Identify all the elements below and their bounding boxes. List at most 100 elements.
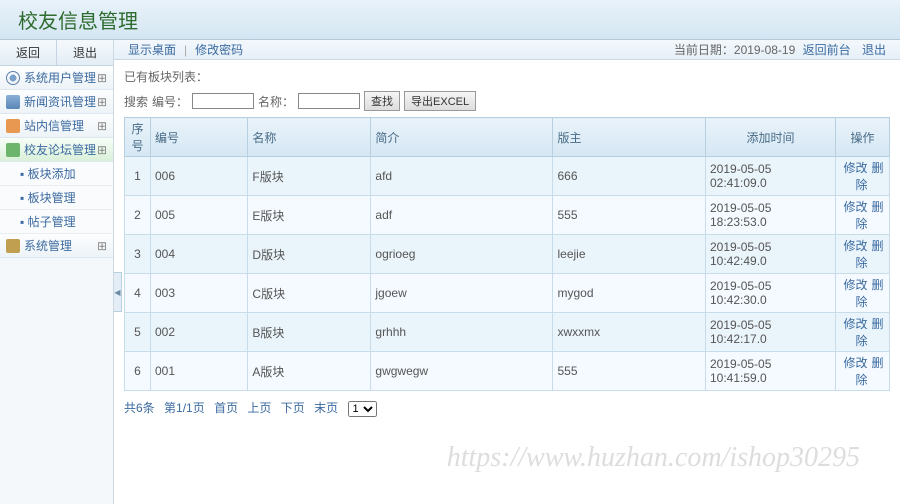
- cell-actions: 修改删除: [836, 313, 890, 352]
- cell-idx: 2: [125, 196, 151, 235]
- search-label: 搜索: [124, 93, 148, 110]
- data-table: 序号编号名称简介版主添加时间操作 1006F版块afd6662019-05-05…: [124, 117, 890, 391]
- expand-icon: ⊞: [97, 95, 107, 109]
- cell-owner: mygod: [553, 274, 706, 313]
- nav-item-2[interactable]: 站内信管理 ⊞: [0, 114, 113, 138]
- edit-link[interactable]: 修改: [843, 356, 867, 370]
- edit-link[interactable]: 修改: [843, 161, 867, 175]
- export-excel-button[interactable]: 导出EXCEL: [404, 91, 476, 111]
- expand-icon: ⊞: [97, 143, 107, 157]
- cell-time: 2019-05-05 10:42:17.0: [706, 313, 836, 352]
- cell-time: 2019-05-05 02:41:09.0: [706, 157, 836, 196]
- table-row: 2005E版块adf5552019-05-05 18:23:53.0修改删除: [125, 196, 890, 235]
- cell-idx: 6: [125, 352, 151, 391]
- pager: 共6条 第1/1页 首页 上页 下页 末页 1: [124, 399, 890, 417]
- nav-item-1[interactable]: 新闻资讯管理⊞: [0, 90, 113, 114]
- main-area: ◀ 显示桌面 | 修改密码 当前日期：2019-08-19 返回前台 退出 已有…: [114, 40, 900, 504]
- pager-next[interactable]: 下页: [281, 401, 305, 415]
- back-button[interactable]: 返回: [0, 40, 57, 65]
- icon-cfg-icon: [6, 239, 20, 253]
- cell-no: 005: [151, 196, 248, 235]
- expand-icon: ⊞: [97, 119, 107, 133]
- col-header: 编号: [151, 118, 248, 157]
- logout-link[interactable]: 退出: [862, 43, 886, 57]
- pager-select[interactable]: 1: [348, 401, 377, 417]
- col-header: 操作: [836, 118, 890, 157]
- icon-news-icon: [6, 95, 20, 109]
- field-name-label: 名称：: [258, 93, 294, 110]
- nav-label: 系统管理: [24, 237, 72, 254]
- edit-link[interactable]: 修改: [843, 278, 867, 292]
- cell-actions: 修改删除: [836, 235, 890, 274]
- cell-name: D版块: [248, 235, 371, 274]
- table-row: 1006F版块afd6662019-05-05 02:41:09.0修改删除: [125, 157, 890, 196]
- list-title: 已有板块列表：: [124, 68, 890, 85]
- edit-link[interactable]: 修改: [843, 200, 867, 214]
- sidebar-collapse-handle[interactable]: ◀: [114, 272, 122, 312]
- nav-item-4[interactable]: 系统管理 ⊞: [0, 234, 113, 258]
- nav-label: 新闻资讯管理: [24, 93, 96, 110]
- search-bar: 搜索 编号： 名称： 查找 导出EXCEL: [124, 91, 890, 111]
- col-header: 添加时间: [706, 118, 836, 157]
- search-no-input[interactable]: [192, 93, 254, 109]
- cell-desc: afd: [371, 157, 553, 196]
- col-header: 版主: [553, 118, 706, 157]
- back-frontend-link[interactable]: 返回前台: [803, 43, 851, 57]
- pager-first[interactable]: 首页: [214, 401, 238, 415]
- breadcrumb-home[interactable]: 显示桌面: [128, 41, 176, 58]
- cell-name: E版块: [248, 196, 371, 235]
- nav-item-3[interactable]: 校友论坛管理⊞: [0, 138, 113, 162]
- cell-name: F版块: [248, 157, 371, 196]
- cell-no: 001: [151, 352, 248, 391]
- date-label: 当前日期：: [674, 43, 734, 57]
- breadcrumb-sep: |: [184, 43, 187, 57]
- breadcrumb: 显示桌面 | 修改密码 当前日期：2019-08-19 返回前台 退出: [114, 40, 900, 60]
- cell-owner: 555: [553, 196, 706, 235]
- cell-desc: grhhh: [371, 313, 553, 352]
- edit-link[interactable]: 修改: [843, 239, 867, 253]
- cell-idx: 1: [125, 157, 151, 196]
- col-header: 序号: [125, 118, 151, 157]
- cell-no: 004: [151, 235, 248, 274]
- sub-item-0[interactable]: ▪ 板块添加: [0, 162, 113, 186]
- cell-desc: adf: [371, 196, 553, 235]
- cell-owner: leejie: [553, 235, 706, 274]
- pager-last[interactable]: 末页: [314, 401, 338, 415]
- edit-link[interactable]: 修改: [843, 317, 867, 331]
- nav-label: 系统用户管理: [24, 69, 96, 86]
- pager-prev[interactable]: 上页: [247, 401, 271, 415]
- exit-button[interactable]: 退出: [57, 40, 113, 65]
- pager-page: 第1/1页: [164, 401, 205, 415]
- search-name-input[interactable]: [298, 93, 360, 109]
- table-row: 3004D版块ogrioegleejie2019-05-05 10:42:49.…: [125, 235, 890, 274]
- search-button[interactable]: 查找: [364, 91, 400, 111]
- current-date: 2019-08-19: [734, 43, 795, 57]
- table-row: 4003C版块jgoewmygod2019-05-05 10:42:30.0 修改…: [125, 274, 890, 313]
- app-header: 校友信息管理: [0, 0, 900, 40]
- col-header: 简介: [371, 118, 553, 157]
- icon-sys-icon: [6, 71, 20, 85]
- cell-name: C版块: [248, 274, 371, 313]
- expand-icon: ⊞: [97, 71, 107, 85]
- cell-no: 002: [151, 313, 248, 352]
- cell-owner: 555: [553, 352, 706, 391]
- cell-time: 2019-05-05 10:42:30.0: [706, 274, 836, 313]
- sub-item-2[interactable]: ▪ 帖子管理: [0, 210, 113, 234]
- cell-time: 2019-05-05 10:42:49.0: [706, 235, 836, 274]
- cell-actions: 修改删除: [836, 352, 890, 391]
- nav-label: 站内信管理: [24, 117, 84, 134]
- col-header: 名称: [248, 118, 371, 157]
- pager-total: 共6条: [124, 401, 155, 415]
- cell-no: 003: [151, 274, 248, 313]
- cell-time: 2019-05-05 18:23:53.0: [706, 196, 836, 235]
- table-row: 6001A版块gwgwegw5552019-05-05 10:41:59.0修改…: [125, 352, 890, 391]
- sidebar: 返回 退出 系统用户管理⊞新闻资讯管理⊞站内信管理⊞校友论坛管理⊞▪ 板块添加▪…: [0, 40, 114, 504]
- expand-icon: ⊞: [97, 239, 107, 253]
- cell-idx: 4: [125, 274, 151, 313]
- field-no-label: 编号：: [152, 93, 188, 110]
- cell-desc: jgoew: [371, 274, 553, 313]
- breadcrumb-pwd[interactable]: 修改密码: [195, 41, 243, 58]
- cell-name: A版块: [248, 352, 371, 391]
- nav-item-0[interactable]: 系统用户管理⊞: [0, 66, 113, 90]
- sub-item-1[interactable]: ▪ 板块管理: [0, 186, 113, 210]
